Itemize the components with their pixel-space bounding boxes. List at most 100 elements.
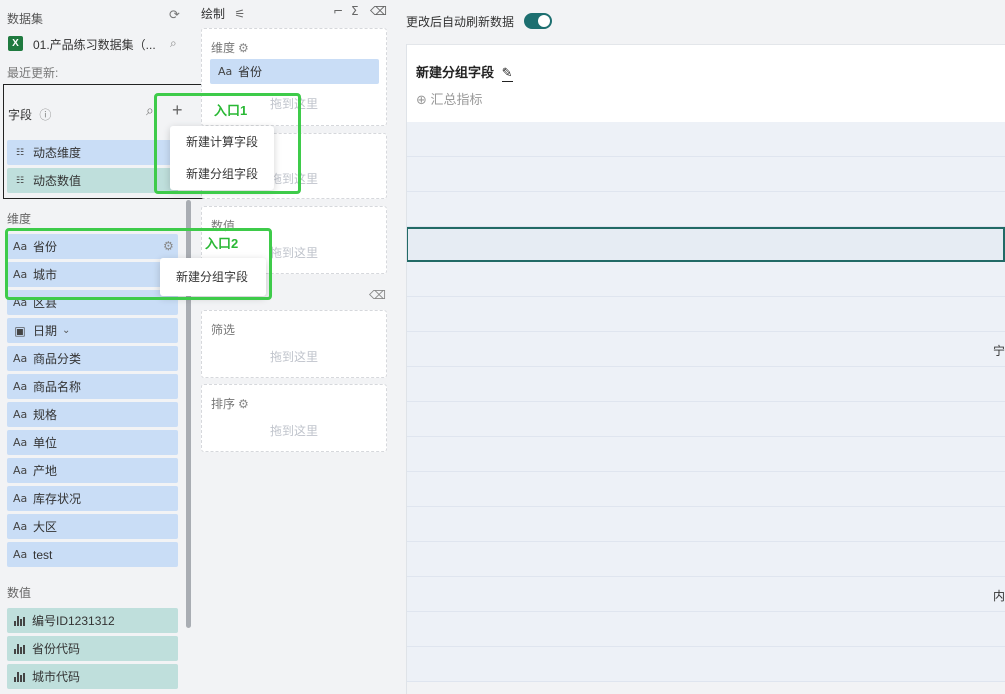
measure-item-id[interactable]: 编号ID1231312: [7, 608, 178, 633]
grid-left-border: [406, 44, 407, 694]
field-label: 动态数值: [33, 174, 82, 188]
table-cell: 内: [992, 589, 1005, 603]
sigma-icon[interactable]: Σ: [351, 4, 359, 18]
preview-header: 新建分组字段 ✎ ⊕ 汇总指标: [406, 44, 1005, 122]
measures-header: 数值: [7, 586, 32, 600]
filter-dropzone[interactable]: 筛选 拖到这里: [201, 310, 387, 378]
zone-title-label: 筛选: [211, 323, 236, 337]
bar-chart-icon: [14, 615, 25, 626]
table-row: [407, 612, 1005, 647]
dim-item-product-name[interactable]: Aa 商品名称: [7, 374, 178, 399]
excel-icon: X: [8, 36, 23, 51]
zone-title: 排序 ⚙: [211, 395, 249, 412]
field-label: test: [33, 547, 53, 562]
text-type-icon: Aa: [218, 65, 233, 78]
field-dynamic-measure[interactable]: ☷ 动态数值: [7, 168, 178, 193]
field-label: 产地: [33, 464, 58, 478]
dim-item-origin[interactable]: Aa 产地: [7, 458, 178, 483]
field-label: 规格: [33, 408, 58, 422]
dim-item-test[interactable]: Aa test: [7, 542, 178, 567]
text-type-icon: Aa: [13, 380, 28, 393]
field-label: 城市代码: [32, 670, 81, 684]
table-row: [407, 472, 1005, 507]
fields-header: 字段 ⓘ: [8, 106, 51, 123]
table-row: [407, 402, 1005, 437]
zone-title: 维度 ⚙: [211, 39, 249, 56]
field-label: 编号ID1231312: [32, 614, 115, 628]
field-label: 库存状况: [33, 492, 82, 506]
sort-dropzone[interactable]: 排序 ⚙ 拖到这里: [201, 384, 387, 452]
dynamic-icon: ☷: [15, 175, 25, 186]
axis-icon[interactable]: ⌐: [333, 4, 343, 18]
text-type-icon: Aa: [13, 520, 28, 533]
text-type-icon: Aa: [13, 464, 28, 477]
zone-title-label: 维度: [211, 41, 236, 55]
table-row: [407, 262, 1005, 297]
preview-title: 新建分组字段 ✎: [416, 62, 513, 82]
dim-item-region[interactable]: Aa 大区: [7, 514, 178, 539]
table-row: [407, 192, 1005, 227]
edit-icon[interactable]: ✎: [501, 66, 513, 82]
table-row: [407, 437, 1005, 472]
table-row: [407, 542, 1005, 577]
search-icon[interactable]: ⌕: [146, 103, 154, 119]
dataset-header: 数据集: [7, 12, 44, 26]
field-label: 省份: [238, 65, 263, 79]
measure-item-city-code[interactable]: 城市代码: [7, 664, 178, 689]
dropzone-field-province[interactable]: Aa 省份: [210, 59, 379, 84]
zone-title: 筛选: [211, 321, 235, 338]
eraser-icon[interactable]: ⌫: [369, 288, 386, 302]
field-label: 商品名称: [33, 380, 82, 394]
table-row: [407, 297, 1005, 332]
dataset-name[interactable]: 01.产品练习数据集（...: [33, 36, 156, 53]
field-label: 省份代码: [32, 642, 81, 656]
table-row: 宁: [407, 332, 1005, 367]
table-row: [407, 367, 1005, 402]
field-label: 大区: [33, 520, 58, 534]
dim-item-spec[interactable]: Aa 规格: [7, 402, 178, 427]
draw-title-label: 绘制: [201, 7, 226, 21]
gear-icon[interactable]: ⚙: [238, 41, 249, 55]
bar-chart-icon: [14, 643, 25, 654]
dim-item-unit[interactable]: Aa 单位: [7, 430, 178, 455]
text-type-icon: Aa: [13, 436, 28, 449]
table-cell: 宁: [992, 344, 1005, 358]
measure-item-province-code[interactable]: 省份代码: [7, 636, 178, 661]
table-row: [407, 647, 1005, 682]
zone-title-label: 排序: [211, 397, 236, 411]
last-update-label: 最近更新:: [7, 66, 59, 80]
summary-row[interactable]: ⊕ 汇总指标: [416, 89, 483, 108]
selected-table-row[interactable]: [406, 227, 1005, 262]
info-icon[interactable]: ⓘ: [39, 108, 51, 122]
table-row: 内: [407, 577, 1005, 612]
gear-icon[interactable]: ⚙: [238, 397, 249, 411]
table-row: [407, 157, 1005, 192]
dimensions-header: 维度: [7, 212, 32, 226]
auto-refresh-toggle[interactable]: [524, 13, 552, 29]
drop-hint: 拖到这里: [269, 424, 318, 438]
calendar-icon: ▣: [14, 323, 26, 338]
text-type-icon: Aa: [13, 352, 28, 365]
settings-sliders-icon[interactable]: ⚟: [234, 7, 245, 21]
drop-hint: 拖到这里: [269, 350, 318, 364]
text-type-icon: Aa: [13, 408, 28, 421]
refresh-dataset-icon[interactable]: ⟳: [169, 8, 180, 23]
fields-header-label: 字段: [8, 108, 33, 122]
text-type-icon: Aa: [13, 492, 28, 505]
add-circle-icon: ⊕: [416, 93, 427, 108]
field-label: 日期: [33, 324, 58, 338]
dynamic-icon: ☷: [15, 147, 25, 158]
entry2-label: 入口2: [203, 233, 241, 252]
dataset-preview-icon[interactable]: ⌕: [170, 36, 177, 51]
dim-item-stock-status[interactable]: Aa 库存状况: [7, 486, 178, 511]
chevron-down-icon[interactable]: ⌄: [62, 325, 70, 336]
bar-chart-icon: [14, 671, 25, 682]
text-type-icon: Aa: [13, 548, 28, 561]
field-dynamic-dimension[interactable]: ☷ 动态维度: [7, 140, 178, 165]
field-label: 动态维度: [33, 146, 82, 160]
draw-title: 绘制 ⚟: [201, 5, 245, 22]
dim-item-category[interactable]: Aa 商品分类: [7, 346, 178, 371]
dim-item-date[interactable]: ▣ 日期 ⌄: [7, 318, 178, 343]
field-label: 单位: [33, 436, 58, 450]
eraser-icon[interactable]: ⌫: [370, 4, 387, 18]
